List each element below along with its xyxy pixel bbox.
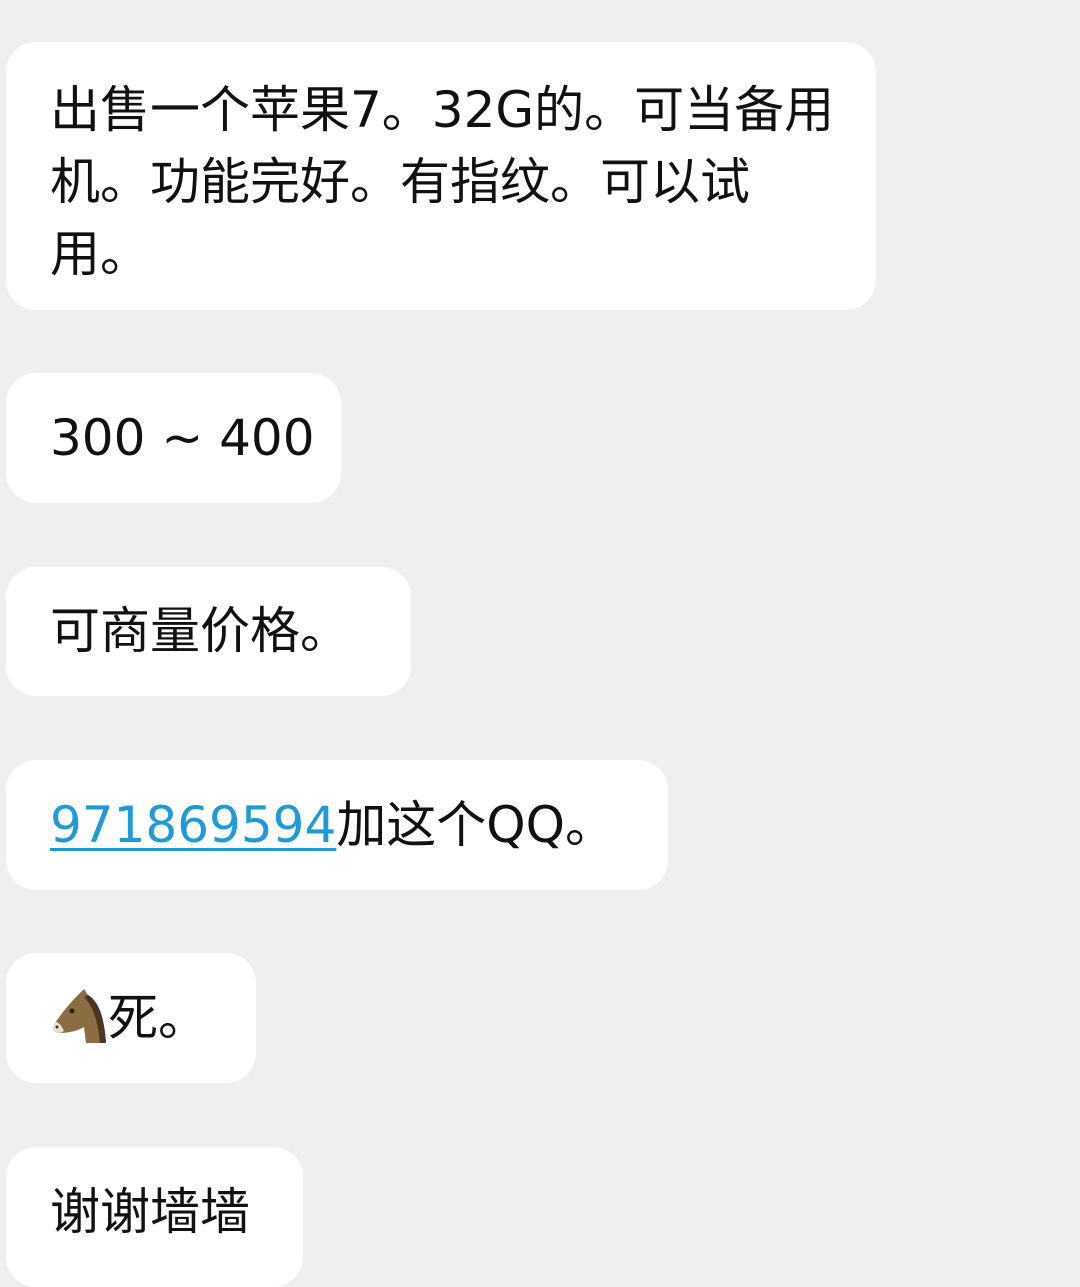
message-bubble[interactable]: 出售一个苹果7。32G的。可当备用机。功能完好。有指纹。可以试用。	[6, 42, 876, 310]
message-bubble[interactable]: 可商量价格。	[6, 567, 411, 696]
message-text: 出售一个苹果7。32G的。可当备用机。功能完好。有指纹。可以试用。	[50, 81, 835, 283]
message-bubble[interactable]: 死。	[6, 953, 256, 1083]
horse-face-icon	[50, 987, 108, 1045]
message-text: 加这个QQ。	[336, 796, 616, 854]
message-text: 死。	[108, 989, 208, 1047]
message-bubble[interactable]: 971869594加这个QQ。	[6, 760, 668, 890]
message-text: 300 ~ 400	[50, 409, 315, 467]
message-text: 可商量价格。	[50, 602, 350, 660]
message-bubble[interactable]: 300 ~ 400	[6, 373, 341, 503]
qq-number-link[interactable]: 971869594	[50, 796, 336, 854]
message-bubble[interactable]: 谢谢墙墙	[6, 1147, 303, 1287]
message-text: 谢谢墙墙	[50, 1183, 250, 1241]
